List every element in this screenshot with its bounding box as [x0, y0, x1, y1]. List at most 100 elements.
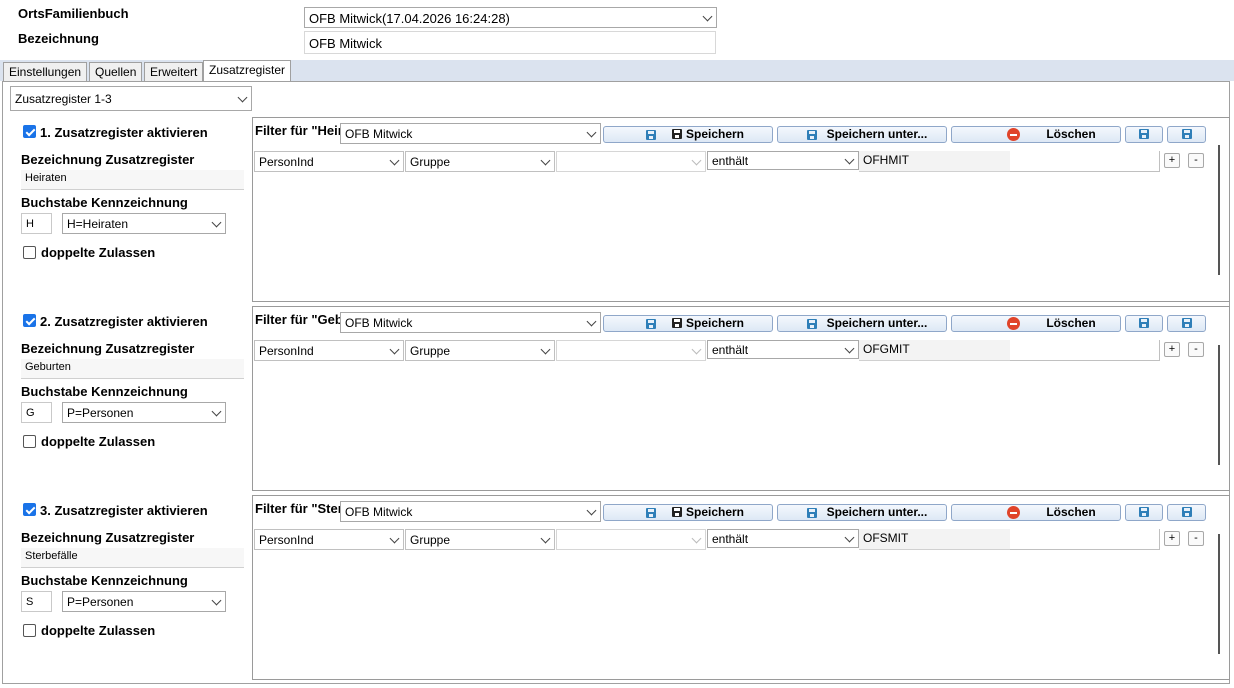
add-condition-button[interactable]: + — [1164, 531, 1180, 546]
letter-input[interactable]: G — [21, 402, 52, 423]
activate-checkbox[interactable] — [23, 125, 36, 138]
save-filter-as-icon-button[interactable] — [1167, 504, 1206, 521]
remove-condition-button[interactable]: - — [1188, 531, 1204, 546]
add-condition-button[interactable]: + — [1164, 153, 1180, 168]
condition-value-input[interactable]: OFHMIT — [859, 151, 1010, 172]
filter-select[interactable]: OFB Mitwick — [340, 501, 601, 522]
condition-group-select[interactable]: Gruppe — [405, 340, 555, 361]
condition-operator-select[interactable]: enthält — [707, 151, 859, 170]
name-label: Bezeichnung Zusatzregister — [21, 341, 195, 356]
vertical-scrollbar[interactable] — [1218, 145, 1220, 275]
chevron-down-icon — [211, 217, 222, 227]
condition-field-select[interactable]: PersonInd — [254, 340, 404, 361]
save-as-label: Speichern unter... — [826, 505, 928, 519]
duplicates-checkbox[interactable] — [23, 624, 36, 637]
filter-select-value: OFB Mitwick — [345, 127, 413, 141]
name-input[interactable]: Heiraten — [21, 170, 244, 190]
save-icon — [671, 318, 682, 328]
condition-group-select[interactable]: Gruppe — [405, 151, 555, 172]
condition-value-input[interactable]: OFSMIT — [859, 529, 1010, 550]
save-button[interactable]: Speichern — [603, 315, 773, 332]
save-filter-icon-button[interactable] — [1125, 315, 1163, 332]
delete-label: Löschen — [1046, 316, 1096, 330]
tab-einstellungen[interactable]: Einstellungen — [3, 62, 88, 81]
condition-group-value: Gruppe — [410, 155, 451, 169]
activate-checkbox[interactable] — [23, 314, 36, 327]
remove-condition-button[interactable]: - — [1188, 342, 1204, 357]
vertical-scrollbar[interactable] — [1218, 534, 1220, 654]
duplicates-checkbox[interactable] — [23, 246, 36, 259]
save-icon — [646, 130, 656, 140]
condition-field-value: PersonInd — [259, 344, 314, 358]
condition-operator-select[interactable]: enthält — [707, 529, 859, 548]
add-condition-button[interactable]: + — [1164, 342, 1180, 357]
letter-input[interactable]: S — [21, 591, 52, 612]
save-as-button[interactable]: Speichern unter... — [777, 315, 947, 332]
save-filter-as-icon-button[interactable] — [1167, 315, 1206, 332]
save-icon — [1181, 318, 1192, 328]
filter-select[interactable]: OFB Mitwick — [340, 312, 601, 333]
save-icon — [646, 319, 656, 329]
ofb-select-value: OFB Mitwick(17.04.2026 16:24:28) — [309, 11, 510, 26]
chevron-down-icon — [586, 505, 597, 515]
save-as-button[interactable]: Speichern unter... — [777, 504, 947, 521]
filter-select-value: OFB Mitwick — [345, 316, 413, 330]
condition-field-value: PersonInd — [259, 533, 314, 547]
ofb-label: OrtsFamilienbuch — [18, 6, 129, 21]
condition-field-select[interactable]: PersonInd — [254, 151, 404, 172]
save-filter-icon-button[interactable] — [1125, 126, 1163, 143]
condition-extra-input[interactable] — [1010, 151, 1160, 172]
save-button[interactable]: Speichern — [603, 126, 773, 143]
name-input[interactable]: Geburten — [21, 359, 244, 379]
type-select[interactable]: H=Heiraten — [62, 213, 226, 234]
type-select[interactable]: P=Personen — [62, 591, 226, 612]
save-as-icon — [807, 130, 817, 140]
condition-group-value: Gruppe — [410, 533, 451, 547]
condition-operator-select[interactable]: enthält — [707, 340, 859, 359]
delete-button[interactable]: Löschen — [951, 126, 1121, 143]
activate-checkbox[interactable] — [23, 503, 36, 516]
save-icon — [1181, 129, 1192, 139]
ofb-select[interactable]: OFB Mitwick(17.04.2026 16:24:28) — [304, 7, 717, 28]
condition-subfield-select[interactable] — [556, 151, 706, 172]
filter-select[interactable]: OFB Mitwick — [340, 123, 601, 144]
save-as-button[interactable]: Speichern unter... — [777, 126, 947, 143]
save-filter-icon-button[interactable] — [1125, 504, 1163, 521]
chevron-down-icon — [844, 154, 855, 164]
chevron-down-icon — [702, 11, 713, 21]
duplicates-label: doppelte Zulassen — [41, 623, 156, 638]
condition-operator-value: enthält — [712, 154, 749, 168]
condition-subfield-select[interactable] — [556, 340, 706, 361]
condition-group-select[interactable]: Gruppe — [405, 529, 555, 550]
letter-label: Buchstabe Kennzeichnung — [21, 573, 188, 588]
save-icon — [646, 508, 656, 518]
bezeichnung-input[interactable]: OFB Mitwick — [304, 31, 716, 54]
condition-extra-input[interactable] — [1010, 529, 1160, 550]
save-filter-as-icon-button[interactable] — [1167, 126, 1206, 143]
tab-bar: Einstellungen Quellen Erweitert Zusatzre… — [0, 60, 1234, 81]
vertical-scrollbar[interactable] — [1218, 345, 1220, 465]
tab-quellen[interactable]: Quellen — [89, 62, 143, 81]
chevron-down-icon — [586, 316, 597, 326]
letter-label: Buchstabe Kennzeichnung — [21, 195, 188, 210]
condition-field-select[interactable]: PersonInd — [254, 529, 404, 550]
type-select[interactable]: P=Personen — [62, 402, 226, 423]
duplicates-checkbox[interactable] — [23, 435, 36, 448]
delete-button[interactable]: Löschen — [951, 504, 1121, 521]
save-icon — [1139, 318, 1149, 328]
condition-operator-value: enthält — [712, 532, 749, 546]
tab-zusatzregister[interactable]: Zusatzregister — [203, 60, 292, 81]
tab-erweitert[interactable]: Erweitert — [144, 62, 204, 81]
chevron-down-icon — [691, 533, 702, 543]
save-label: Speichern — [685, 316, 745, 330]
letter-input[interactable]: H — [21, 213, 52, 234]
condition-value-input[interactable]: OFGMIT — [859, 340, 1010, 361]
condition-subfield-select[interactable] — [556, 529, 706, 550]
save-icon — [671, 129, 682, 139]
save-button[interactable]: Speichern — [603, 504, 773, 521]
condition-extra-input[interactable] — [1010, 340, 1160, 361]
delete-button[interactable]: Löschen — [951, 315, 1121, 332]
remove-condition-button[interactable]: - — [1188, 153, 1204, 168]
register-range-select[interactable]: Zusatzregister 1-3 — [10, 86, 252, 111]
name-input[interactable]: Sterbefälle — [21, 548, 244, 568]
